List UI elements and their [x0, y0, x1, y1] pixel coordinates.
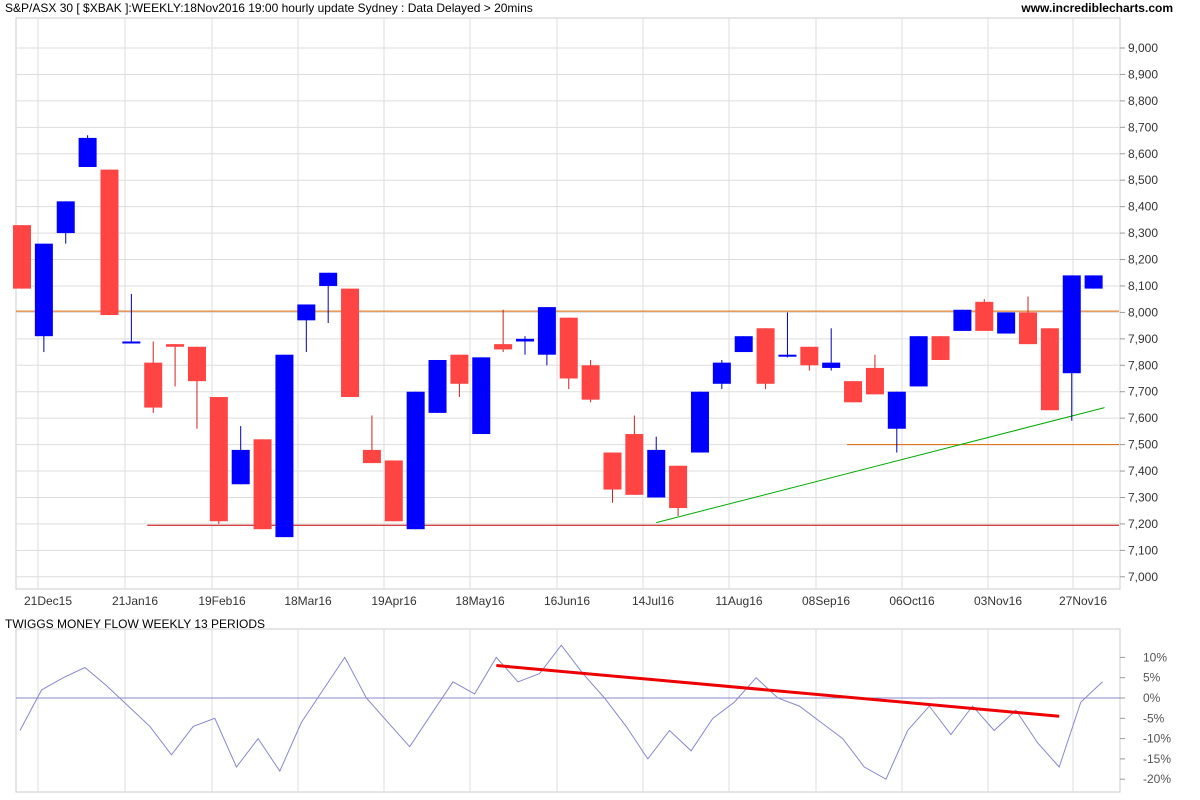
candle-body [1040, 328, 1059, 411]
x-tick-label: 03Nov16 [974, 594, 1022, 608]
y-tick-label: 7,800 [1128, 358, 1158, 372]
candle-body [603, 452, 622, 490]
candle-body [472, 357, 491, 435]
candle-body [778, 354, 797, 357]
y-tick-label: 7,400 [1128, 464, 1158, 478]
candle-body [428, 359, 447, 413]
y-tick-label: 7,100 [1128, 543, 1158, 557]
candle-body [122, 341, 141, 344]
candle-body [362, 449, 381, 464]
candle-body [341, 288, 360, 398]
y-tick-label: 8,500 [1128, 173, 1158, 187]
y-tick-label: 7,000 [1128, 570, 1158, 584]
y-tick-label: 8,800 [1128, 94, 1158, 108]
x-tick-label: 21Jan16 [112, 594, 158, 608]
candle-body [625, 434, 644, 495]
candle-body [187, 346, 206, 382]
candle-body [144, 362, 163, 408]
candle-body [231, 449, 250, 485]
y-tick-label: 8,000 [1128, 305, 1158, 319]
y-tick-label: 7,700 [1128, 385, 1158, 399]
candle-body [865, 367, 884, 395]
candle-body [756, 328, 775, 384]
y-tick-label: 7,300 [1128, 490, 1158, 504]
candle-body [844, 381, 863, 403]
candle-body [166, 344, 185, 347]
candle-body [253, 439, 272, 530]
indicator-y-tick-label: 10% [1143, 650, 1167, 664]
indicator-y-tick-label: -15% [1143, 752, 1171, 766]
indicator-y-tick-label: 0% [1143, 691, 1161, 705]
candle-body [822, 362, 841, 368]
y-tick-label: 7,500 [1128, 438, 1158, 452]
x-tick-label: 16Jun16 [544, 594, 590, 608]
x-tick-label: 14Jul16 [632, 594, 674, 608]
y-tick-label: 9,000 [1128, 41, 1158, 55]
candle-body [690, 391, 709, 453]
y-tick-label: 8,200 [1128, 253, 1158, 267]
candle-body [494, 344, 513, 350]
candle-body [1062, 275, 1081, 374]
x-tick-label: 19Feb16 [198, 594, 246, 608]
candle-body [909, 336, 928, 387]
y-tick-label: 8,100 [1128, 279, 1158, 293]
candle-body [1019, 312, 1038, 345]
y-tick-label: 8,300 [1128, 226, 1158, 240]
candle-body [209, 397, 228, 522]
candle-body [559, 317, 578, 379]
x-tick-label: 21Dec15 [24, 594, 72, 608]
candle-body [953, 309, 972, 331]
candle-body [712, 362, 731, 384]
y-tick-label: 8,900 [1128, 67, 1158, 81]
candle-body [406, 391, 425, 530]
candle-body [647, 449, 666, 498]
x-tick-label: 11Aug16 [715, 594, 762, 608]
y-tick-label: 8,700 [1128, 120, 1158, 134]
indicator-y-tick-label: -5% [1143, 711, 1165, 725]
price-panel-frame [15, 17, 1121, 590]
y-tick-label: 7,900 [1128, 332, 1158, 346]
candle-body [34, 243, 53, 337]
indicator-y-tick-label: 5% [1143, 671, 1161, 685]
candle-body [931, 336, 950, 360]
y-tick-label: 7,200 [1128, 517, 1158, 531]
candle-body [100, 169, 119, 316]
x-tick-label: 06Oct16 [889, 594, 935, 608]
chart-canvas: 21Dec15 21Jan16 19Feb16 18Mar16 19Apr16 18May… [13, 17, 1171, 793]
candle-body [887, 391, 906, 429]
candle-body [13, 225, 31, 289]
y-tick-label: 8,400 [1128, 200, 1158, 214]
indicator-y-tick-label: -10% [1143, 732, 1171, 746]
y-tick-label: 7,600 [1128, 411, 1158, 425]
candle-body [297, 304, 316, 321]
candle-body [275, 354, 294, 538]
candle-body [1084, 275, 1103, 289]
candle-body [997, 312, 1016, 334]
candle-body [384, 460, 403, 522]
candle-body [537, 307, 556, 355]
y-tick-label: 8,600 [1128, 147, 1158, 161]
x-tick-label: 18Mar16 [284, 594, 332, 608]
candle-body [319, 272, 338, 286]
candle-body [734, 336, 753, 353]
x-tick-label: 08Sep16 [802, 594, 850, 608]
x-tick-label: 27Nov16 [1059, 594, 1107, 608]
candle-body [581, 365, 600, 400]
candle-body [975, 301, 994, 331]
candle-body [56, 201, 75, 234]
x-tick-label: 18May16 [455, 594, 505, 608]
candle-body [800, 346, 819, 366]
indicator-y-tick-label: -20% [1143, 772, 1171, 786]
x-tick-label: 19Apr16 [371, 594, 417, 608]
candle-body [516, 338, 535, 342]
candle-body [78, 137, 97, 167]
candle-body [450, 354, 469, 384]
candle-body [669, 465, 688, 509]
